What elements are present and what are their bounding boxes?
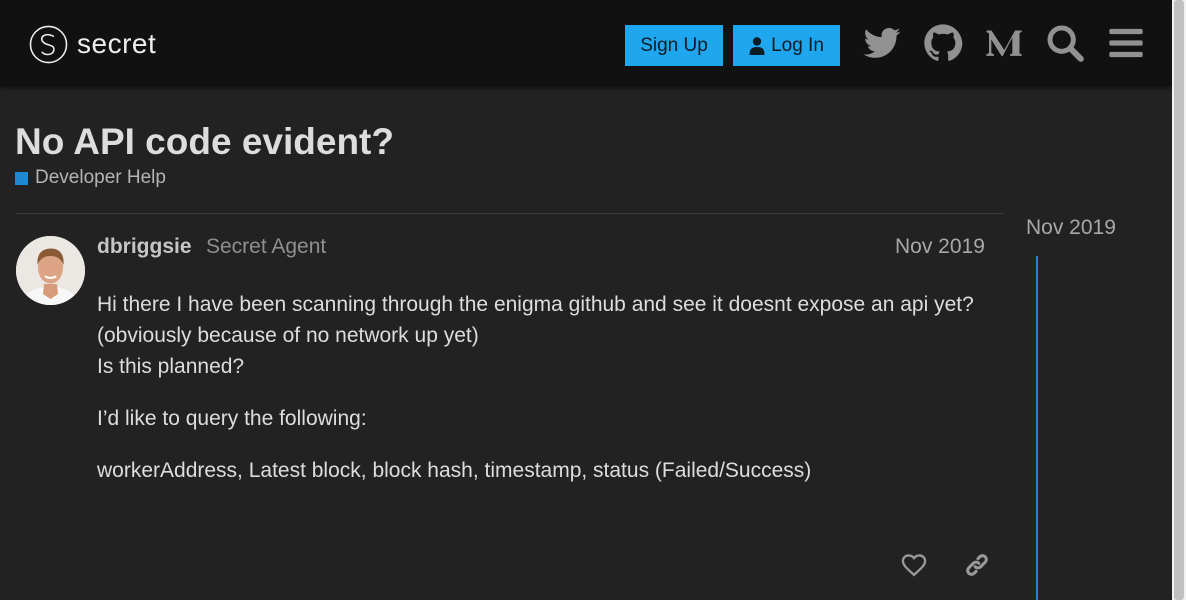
github-link[interactable] <box>922 22 964 64</box>
heart-icon <box>901 554 927 577</box>
post-line: Hi there I have been scanning through th… <box>97 293 974 347</box>
page-scrollbar[interactable] <box>1172 0 1186 600</box>
log-in-label: Log In <box>771 34 824 56</box>
medium-icon <box>986 30 1022 57</box>
menu-button[interactable] <box>1105 22 1147 64</box>
post-line: Is this planned? <box>97 355 245 378</box>
category-badge[interactable]: Developer Help <box>15 167 166 189</box>
post-body: Hi there I have been scanning through th… <box>97 289 992 507</box>
category-name: Developer Help <box>35 167 166 188</box>
post-date[interactable]: Nov 2019 <box>895 234 985 260</box>
search-icon <box>1047 25 1084 62</box>
post-user-title: Secret Agent <box>206 235 327 258</box>
timeline-date[interactable]: Nov 2019 <box>1026 215 1116 241</box>
like-button[interactable] <box>897 548 931 582</box>
sign-up-button[interactable]: Sign Up <box>625 25 723 66</box>
avatar[interactable] <box>16 236 85 305</box>
user-icon <box>749 36 765 55</box>
hamburger-menu-icon <box>1109 28 1143 58</box>
scrollbar-thumb[interactable] <box>1174 0 1184 600</box>
topic-divider <box>15 213 1004 214</box>
github-icon <box>924 24 963 61</box>
brand-name: secret <box>77 28 157 59</box>
category-color-swatch <box>15 171 28 185</box>
site-header: secret Sign Up Log In <box>0 0 1172 86</box>
twitter-link[interactable] <box>861 22 903 64</box>
log-in-button[interactable]: Log In <box>733 25 840 66</box>
medium-link[interactable] <box>983 22 1025 64</box>
post-username[interactable]: dbriggsie <box>97 234 192 260</box>
site-logo[interactable]: secret <box>29 24 156 64</box>
twitter-icon <box>863 28 901 58</box>
post-paragraph: Hi there I have been scanning through th… <box>97 289 992 382</box>
search-button[interactable] <box>1044 22 1086 64</box>
post-paragraph: workerAddress, Latest block, block hash,… <box>97 459 812 482</box>
sign-up-label: Sign Up <box>640 34 708 56</box>
user-avatar-icon <box>16 236 85 305</box>
post-paragraph: I’d like to query the following: <box>97 407 367 430</box>
topic-title[interactable]: No API code evident? <box>15 120 394 164</box>
secret-logo-icon <box>29 25 68 63</box>
timeline-scrubber[interactable] <box>1036 256 1038 600</box>
share-link-button[interactable] <box>960 548 994 582</box>
link-icon <box>966 554 988 576</box>
